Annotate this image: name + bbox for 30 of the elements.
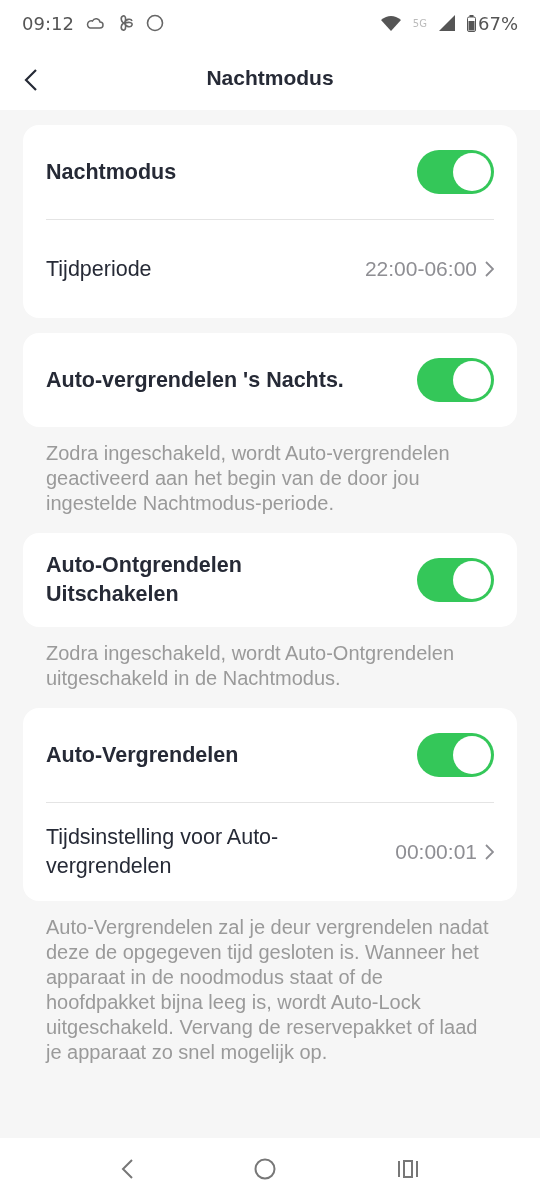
- battery-icon: [467, 14, 476, 32]
- setting-label: Auto-Ontgrendelen Uitschakelen: [46, 552, 243, 608]
- setting-value[interactable]: 22:00-06:00: [364, 257, 494, 281]
- wifi-icon: [380, 15, 401, 31]
- signal-icon: [439, 15, 455, 31]
- setting-label: Auto-Vergrendelen: [46, 741, 240, 769]
- setting-description: Auto-Vergrendelen zal je deur vergrendelen nadat deze de opgegeven tijd gesloten is. Wanneer het apparaat in de noodmodus staat of de hoofdpakket bijna leeg is, wordt Auto-Lock uitgeschakeld. Vervang de reservepakket of laad je apparaat zo snel mogelijk op.: [46, 915, 490, 1065]
- battery-level: 67%: [478, 12, 518, 34]
- setting-label: Tijdperiode: [46, 255, 153, 283]
- setting-label: Tijdsinstelling voor Auto-vergrendelen: [46, 824, 280, 880]
- circle-icon: [145, 14, 164, 32]
- network-type: 5G: [412, 17, 427, 29]
- home-icon: [254, 1158, 276, 1180]
- chevron-right-icon: [485, 844, 494, 860]
- setting-description: Zodra ingeschakeld, wordt Auto-vergrendelen geactiveerd aan het begin van de door jou ingestelde Nachtmodus-periode.: [46, 441, 451, 516]
- chevron-right-icon: [485, 261, 494, 277]
- back-icon: [120, 1159, 133, 1179]
- toggle-switch[interactable]: [417, 733, 494, 777]
- setting-label: Auto-vergrendelen 's Nachts.: [46, 366, 345, 394]
- cloud-icon: [85, 16, 104, 30]
- setting-label: Nachtmodus: [46, 158, 178, 186]
- chevron-left-icon: [24, 68, 38, 92]
- page-title: Nachtmodus: [206, 66, 334, 90]
- toggle-switch[interactable]: [417, 150, 494, 194]
- setting-value[interactable]: 00:00:01: [395, 840, 494, 864]
- recents-icon: [397, 1159, 420, 1179]
- status-time: 09:12: [22, 12, 74, 34]
- toggle-switch[interactable]: [417, 558, 494, 602]
- toggle-switch[interactable]: [417, 358, 494, 402]
- setting-description: Zodra ingeschakeld, wordt Auto-Ontgrendelen uitgeschakeld in de Nachtmodus.: [46, 641, 456, 691]
